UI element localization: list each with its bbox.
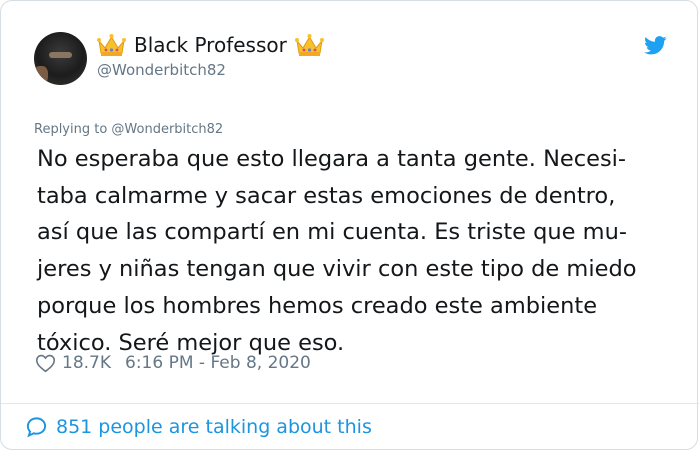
tweet-line: porque los hombres hemos creado este amb…	[37, 292, 598, 319]
tweet-timestamp[interactable]: 6:16 PM - Feb 8, 2020	[125, 353, 311, 373]
conversation-text[interactable]: 851 people are talking about this	[56, 416, 372, 438]
avatar[interactable]	[34, 32, 87, 85]
heart-icon[interactable]	[35, 353, 56, 373]
replying-to[interactable]: Replying to @Wonderbitch82	[34, 122, 223, 137]
author-name[interactable]: Black Professor	[134, 33, 287, 57]
divider	[1, 403, 699, 404]
tweet-text: No esperaba que esto llegara a tanta gen…	[37, 141, 657, 361]
crown-emoji-icon	[97, 34, 126, 56]
author-handle[interactable]: @Wonderbitch82	[97, 61, 226, 79]
author-name-row: Black Professor	[97, 33, 324, 57]
crown-emoji-icon	[294, 34, 324, 56]
like-count[interactable]: 18.7K	[62, 353, 111, 373]
tweet-line: jeres y niñas tengan que vivir con este …	[37, 256, 637, 283]
tweet-meta: 18.7K 6:16 PM - Feb 8, 2020	[35, 353, 311, 373]
tweet-line: así que las compartí en mi cuenta. Es tr…	[37, 219, 627, 246]
tweet-card[interactable]: Black Professor @Wonderbitch82 Replying …	[0, 0, 699, 450]
chat-bubble-icon	[26, 417, 47, 438]
tweet-line: taba calmarme y sacar estas emociones de…	[37, 182, 616, 209]
conversation-link[interactable]: 851 people are talking about this	[25, 416, 372, 438]
tweet-line: No esperaba que esto llegara a tanta gen…	[37, 146, 627, 172]
twitter-bird-icon[interactable]	[644, 36, 667, 55]
